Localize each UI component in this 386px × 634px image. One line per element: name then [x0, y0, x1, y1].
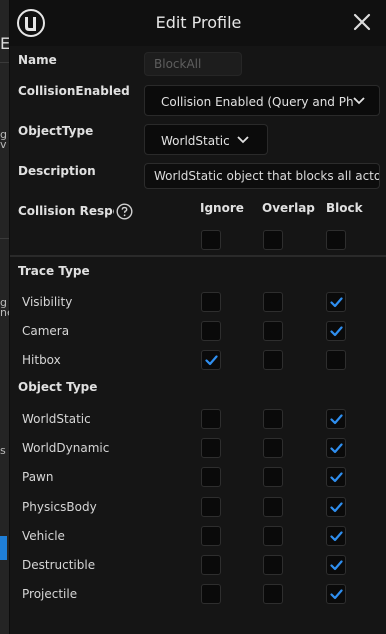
collision-enabled-dropdown[interactable]: Collision Enabled (Query and Ph [144, 85, 380, 116]
object-type-label: ObjectType [18, 124, 94, 138]
object-overlap-checkbox[interactable] [263, 584, 283, 605]
trace-row-label: Visibility [22, 295, 73, 309]
object-row-label: Pawn [22, 470, 54, 485]
trace-overlap-checkbox[interactable] [263, 292, 283, 312]
object-overlap-checkbox[interactable] [263, 525, 283, 546]
collision-enabled-value: Collision Enabled (Query and Ph [161, 95, 354, 109]
trace-type-heading: Trace Type [18, 264, 90, 278]
trace-overlap-checkbox[interactable] [263, 321, 283, 341]
trace-ignore-checkbox[interactable] [201, 350, 221, 370]
object-row-label: Destructible [22, 558, 96, 572]
dialog-title: Edit Profile [155, 13, 242, 32]
object-overlap-checkbox[interactable] [263, 467, 283, 488]
checkmark-icon [330, 589, 343, 600]
object-row-label: WorldDynamic [22, 441, 110, 456]
checkmark-icon [330, 326, 343, 337]
object-block-checkbox[interactable] [326, 438, 346, 459]
background-accent [0, 536, 7, 560]
column-overlap: Overlap [262, 201, 315, 215]
header-ignore-checkbox[interactable] [201, 230, 221, 250]
trace-row-label: Camera [22, 324, 70, 338]
object-block-checkbox[interactable] [326, 467, 346, 488]
title-bar: Edit Profile [10, 0, 386, 46]
background-text: v [0, 138, 7, 151]
object-block-checkbox[interactable] [326, 496, 346, 517]
checkmark-icon [330, 414, 343, 425]
trace-row-label: Hitbox [22, 353, 61, 367]
trace-block-checkbox[interactable] [326, 321, 346, 341]
object-ignore-checkbox[interactable] [201, 584, 221, 605]
object-ignore-checkbox[interactable] [201, 409, 221, 429]
object-overlap-checkbox[interactable] [263, 555, 283, 575]
object-ignore-checkbox[interactable] [201, 438, 221, 459]
checkmark-icon [330, 472, 343, 483]
column-block: Block [326, 201, 363, 215]
description-label: Description [18, 164, 96, 178]
object-row-label: WorldStatic [22, 412, 91, 426]
collision-enabled-label: CollisionEnabled [18, 84, 130, 98]
checkmark-icon [205, 355, 218, 366]
trace-block-checkbox[interactable] [326, 292, 346, 312]
checkmark-icon [330, 501, 343, 512]
object-overlap-checkbox[interactable] [263, 438, 283, 459]
object-type-dropdown[interactable]: WorldStatic [144, 124, 268, 155]
close-icon[interactable] [351, 11, 373, 33]
object-ignore-checkbox[interactable] [201, 467, 221, 488]
checkmark-icon [330, 297, 343, 308]
object-overlap-checkbox[interactable] [263, 496, 283, 517]
object-ignore-checkbox[interactable] [201, 555, 221, 575]
object-type-heading: Object Type [18, 380, 98, 394]
help-icon[interactable] [116, 203, 133, 220]
object-type-value: WorldStatic [161, 134, 230, 148]
description-field[interactable]: WorldStatic object that blocks all actor [144, 163, 380, 189]
object-block-checkbox[interactable] [326, 584, 346, 605]
header-block-checkbox[interactable] [326, 230, 346, 250]
object-ignore-checkbox[interactable] [201, 525, 221, 546]
trace-block-checkbox[interactable] [326, 350, 346, 370]
column-ignore: Ignore [200, 201, 244, 215]
object-row-label: PhysicsBody [22, 499, 97, 514]
background-text: s [0, 444, 6, 457]
chevron-down-icon [353, 97, 365, 105]
collision-responses-label: Collision Respor [18, 204, 114, 218]
edit-profile-dialog: Edit Profile Name BlockAll CollisionEnab… [9, 0, 386, 634]
object-block-checkbox[interactable] [326, 555, 346, 575]
trace-overlap-checkbox[interactable] [263, 350, 283, 370]
section-divider [10, 255, 386, 257]
checkmark-icon [330, 531, 343, 541]
object-row-label: Projectile [22, 587, 78, 602]
object-block-checkbox[interactable] [326, 525, 346, 546]
trace-ignore-checkbox[interactable] [201, 321, 221, 341]
chevron-down-icon [237, 136, 249, 144]
name-label: Name [18, 53, 57, 67]
checkmark-icon [330, 560, 343, 571]
object-overlap-checkbox[interactable] [263, 409, 283, 429]
checkmark-icon [330, 443, 343, 454]
object-block-checkbox[interactable] [326, 409, 346, 429]
name-field[interactable]: BlockAll [144, 52, 242, 76]
object-ignore-checkbox[interactable] [201, 496, 221, 517]
trace-ignore-checkbox[interactable] [201, 292, 221, 312]
object-row-label: Vehicle [22, 528, 65, 543]
header-overlap-checkbox[interactable] [263, 230, 283, 250]
